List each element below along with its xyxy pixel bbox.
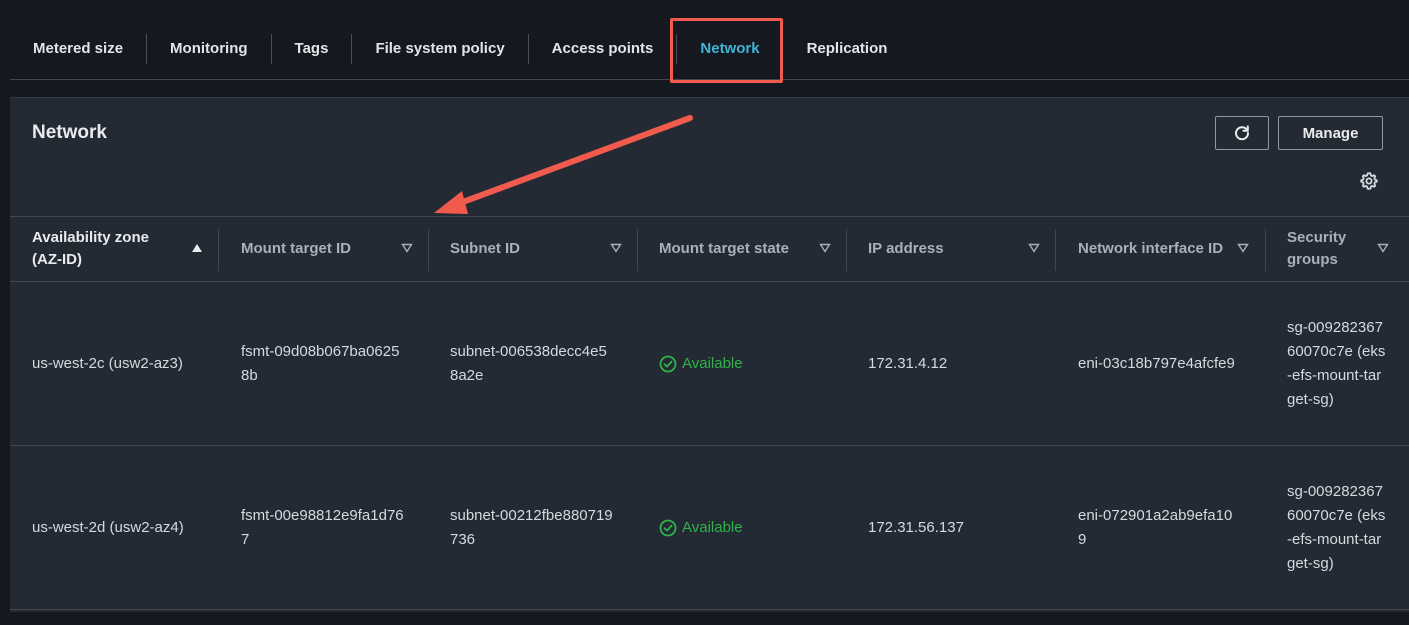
cell-subnet-id-wrap: subnet-006538decc4e58a2e [428, 282, 637, 445]
column-header-ip-address[interactable]: IP address [846, 217, 1055, 281]
cell-security-groups: sg-00928236760070c7e (eks-efs-mount-targ… [1287, 316, 1387, 412]
status-text: Available [682, 352, 743, 376]
column-header-label: IP address [868, 238, 944, 260]
cell-security-groups-wrap: sg-00928236760070c7e (eks-efs-mount-targ… [1265, 282, 1409, 445]
cell-availability-zone: us-west-2c (usw2-az3) [10, 282, 219, 445]
cell-mount-target-id-wrap: fsmt-09d08b067ba06258b [219, 282, 428, 445]
sort-icon [1376, 241, 1390, 255]
tab-file-system-policy[interactable]: File system policy [352, 34, 527, 64]
table-header: Availability zone (AZ-ID) Mount target I… [10, 216, 1409, 282]
tab-access-points[interactable]: Access points [529, 34, 677, 64]
sort-icon [609, 241, 623, 255]
cell-mount-target-state: Available [637, 282, 846, 445]
cell-mount-target-id: fsmt-00e98812e9fa1d767 [241, 504, 406, 552]
cell-mount-target-id: fsmt-09d08b067ba06258b [241, 340, 406, 388]
refresh-button[interactable] [1215, 116, 1269, 150]
gear-icon[interactable] [1359, 171, 1379, 191]
column-header-label: Mount target ID [241, 238, 351, 260]
sort-ascending-icon [190, 241, 204, 255]
cell-ip-address: 172.31.56.137 [846, 446, 1055, 609]
column-header-label: Subnet ID [450, 238, 520, 260]
status-badge: Available [659, 516, 743, 540]
tab-tags[interactable]: Tags [272, 34, 352, 64]
cell-security-groups-wrap: sg-00928236760070c7e (eks-efs-mount-targ… [1265, 446, 1409, 609]
sort-icon [1236, 241, 1250, 255]
cell-security-groups: sg-00928236760070c7e (eks-efs-mount-targ… [1287, 480, 1387, 576]
column-header-subnet-id[interactable]: Subnet ID [428, 217, 637, 281]
column-header-label: Availability zone (AZ-ID) [32, 227, 182, 271]
column-header-label: Mount target state [659, 238, 789, 260]
table-row: us-west-2c (usw2-az3) fsmt-09d08b067ba06… [10, 282, 1409, 446]
column-header-label: Network interface ID [1078, 238, 1228, 260]
tab-network[interactable]: Network [677, 34, 782, 64]
panel-title: Network [32, 122, 107, 144]
cell-subnet-id: subnet-00212fbe880719736 [450, 504, 615, 552]
tab-replication[interactable]: Replication [784, 34, 911, 64]
status-text: Available [682, 516, 743, 540]
tab-bar: Metered size Monitoring Tags File system… [10, 18, 1409, 80]
page: Metered size Monitoring Tags File system… [0, 0, 1409, 625]
table-row: us-west-2d (usw2-az4) fsmt-00e98812e9fa1… [10, 446, 1409, 610]
sort-icon [818, 241, 832, 255]
column-header-security-groups[interactable]: Security groups [1265, 217, 1409, 281]
network-panel: Network Manage Availability zone (AZ-ID) [10, 97, 1409, 612]
cell-subnet-id: subnet-006538decc4e58a2e [450, 340, 615, 388]
check-circle-icon [659, 519, 677, 537]
column-header-network-interface-id[interactable]: Network interface ID [1056, 217, 1265, 281]
cell-ip-address: 172.31.4.12 [846, 282, 1055, 445]
cell-network-interface-id: eni-03c18b797e4afcfe9 [1078, 352, 1238, 376]
column-header-mount-target-id[interactable]: Mount target ID [219, 217, 428, 281]
check-circle-icon [659, 355, 677, 373]
column-header-label: Security groups [1287, 227, 1365, 271]
manage-button[interactable]: Manage [1278, 116, 1383, 150]
cell-network-interface-id: eni-072901a2ab9efa109 [1078, 504, 1238, 552]
cell-network-interface-id-wrap: eni-072901a2ab9efa109 [1056, 446, 1265, 609]
cell-availability-zone: us-west-2d (usw2-az4) [10, 446, 219, 609]
cell-subnet-id-wrap: subnet-00212fbe880719736 [428, 446, 637, 609]
refresh-icon [1233, 124, 1251, 142]
column-header-availability-zone[interactable]: Availability zone (AZ-ID) [10, 217, 218, 281]
status-badge: Available [659, 352, 743, 376]
cell-network-interface-id-wrap: eni-03c18b797e4afcfe9 [1056, 282, 1265, 445]
tab-monitoring[interactable]: Monitoring [147, 34, 270, 64]
sort-icon [1027, 241, 1041, 255]
sort-icon [400, 241, 414, 255]
cell-mount-target-id-wrap: fsmt-00e98812e9fa1d767 [219, 446, 428, 609]
column-header-mount-target-state[interactable]: Mount target state [637, 217, 846, 281]
tab-metered-size[interactable]: Metered size [10, 34, 146, 64]
cell-mount-target-state: Available [637, 446, 846, 609]
